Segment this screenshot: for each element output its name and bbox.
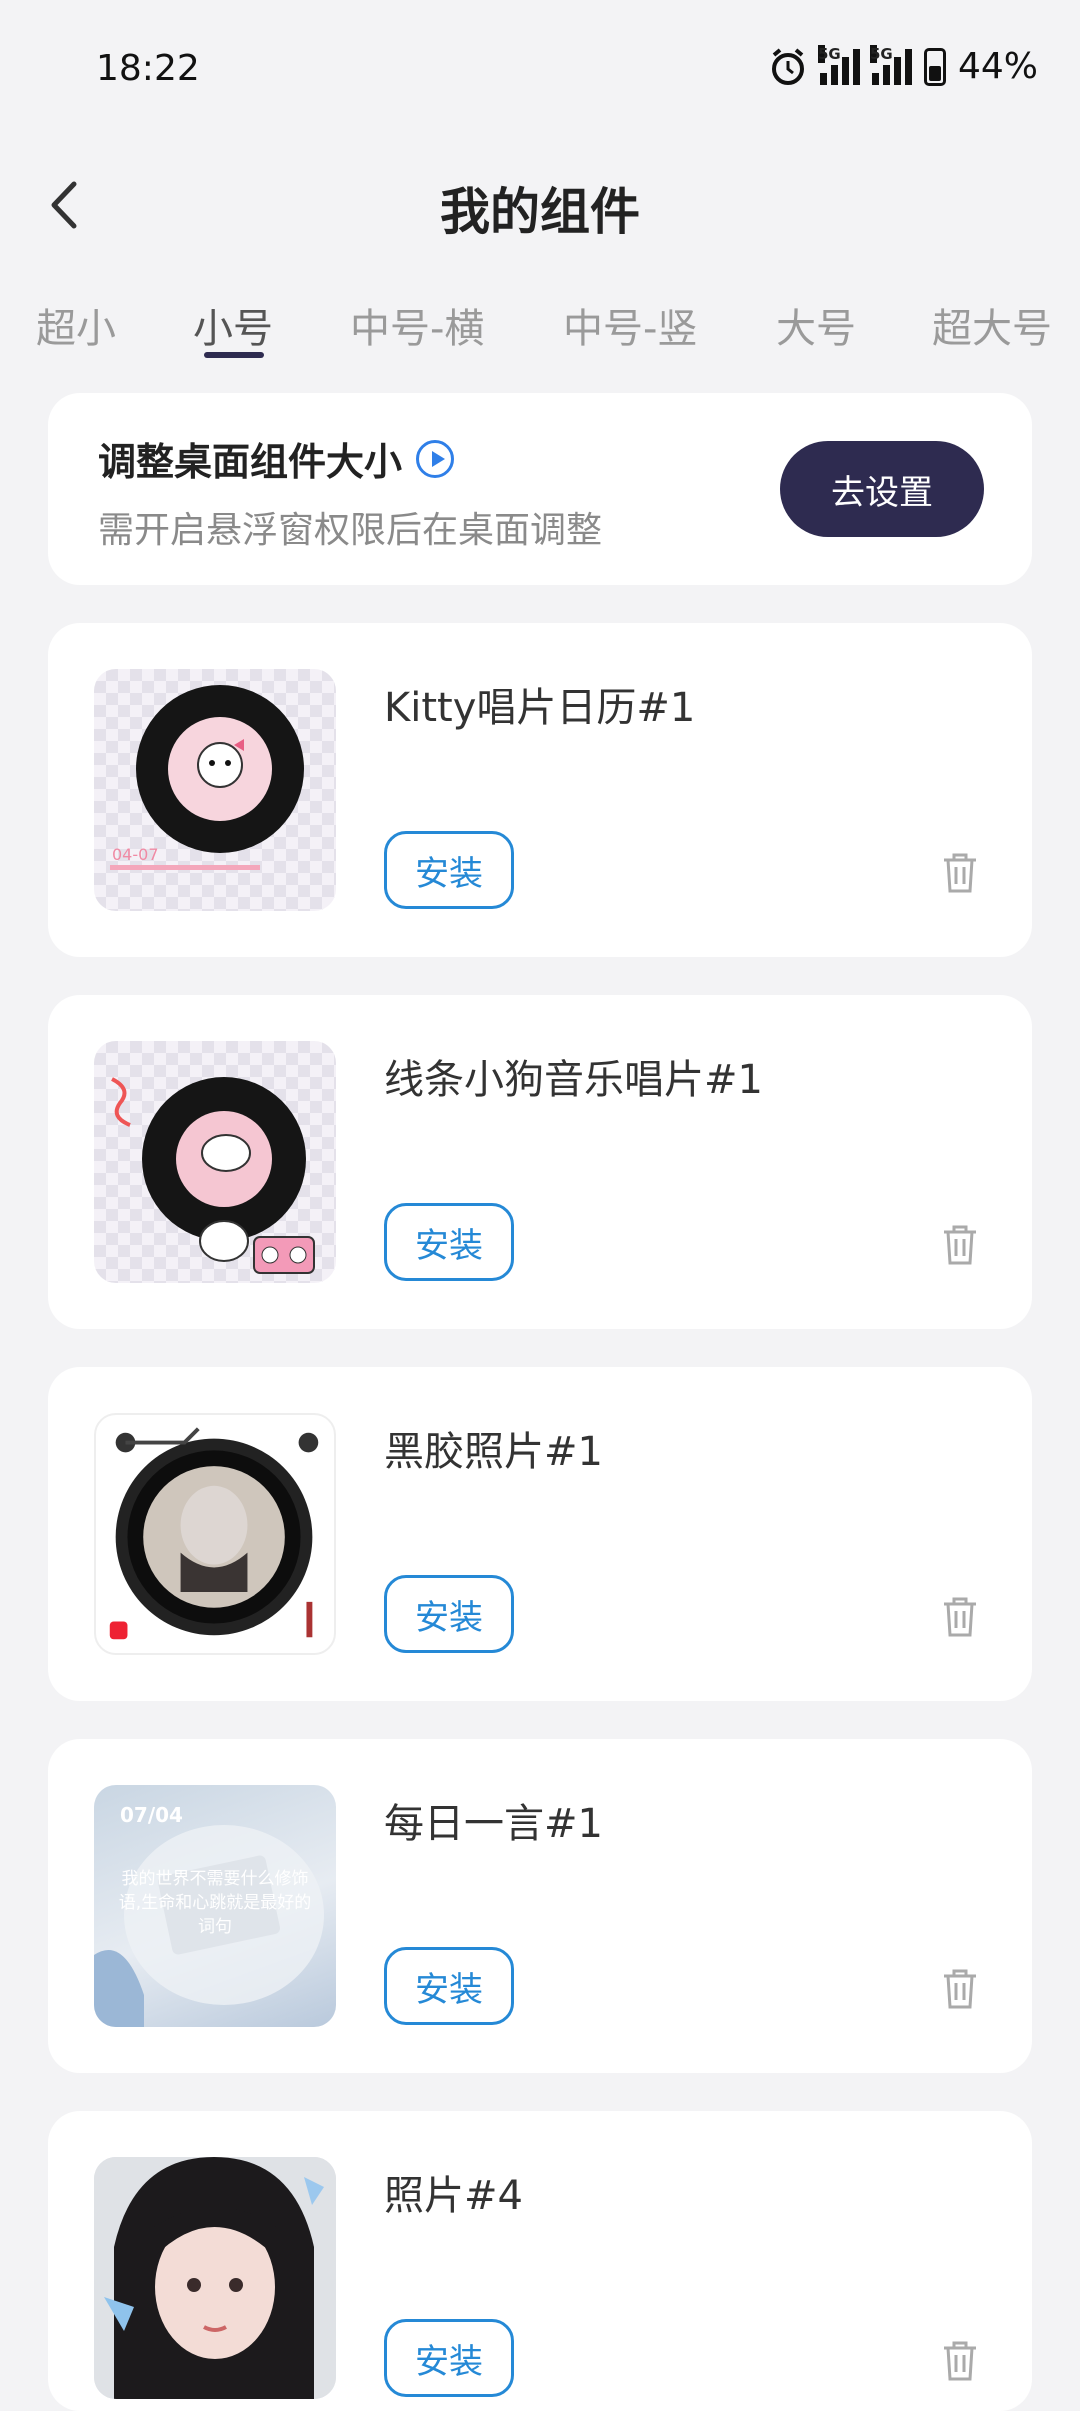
tab-small[interactable]: 小号 <box>193 296 273 354</box>
record-graphic <box>110 685 304 870</box>
active-tab-indicator <box>204 352 264 358</box>
alarm-icon <box>771 47 804 85</box>
record-graphic <box>109 1427 319 1640</box>
battery-icon <box>923 47 946 86</box>
resize-tip-card: 调整桌面组件大小 需开启悬浮窗权限后在桌面调整 去设置 <box>48 393 1032 585</box>
widget-card: 黑胶照片#1 安装 <box>48 1367 1032 1701</box>
thumb-date: 04-07 <box>112 845 159 864</box>
play-video-icon[interactable] <box>416 439 455 478</box>
install-button[interactable]: 安装 <box>384 1203 514 1281</box>
tab-large[interactable]: 大号 <box>776 296 856 354</box>
trash-icon[interactable] <box>940 1223 980 1265</box>
widget-card: 照片#4 安装 <box>48 2111 1032 2411</box>
widget-name: 每日一言#1 <box>384 1801 603 1847</box>
line-puppy-record-thumbnail <box>94 1041 336 1283</box>
install-button[interactable]: 安装 <box>384 1947 514 2025</box>
vinyl-photo-thumbnail <box>94 1413 336 1655</box>
status-bar: 18:22 5G 5G 44% <box>0 0 1080 140</box>
install-button[interactable]: 安装 <box>384 1575 514 1653</box>
photo-graphic <box>94 2157 336 2399</box>
banner-subtitle: 需开启悬浮窗权限后在桌面调整 <box>98 510 603 551</box>
tab-medium-horizontal[interactable]: 中号-横 <box>350 296 484 354</box>
page-title: 我的组件 <box>440 183 640 241</box>
signal-label: 5G <box>869 44 893 63</box>
status-icons: 5G 5G 44% <box>768 44 1038 87</box>
trash-icon[interactable] <box>940 851 980 893</box>
daily-quote-thumbnail: 07/04 我的世界不需要什么修饰语,生命和心跳就是最好的词句 <box>94 1785 336 2027</box>
widget-name: 黑胶照片#1 <box>384 1429 603 1475</box>
trash-icon[interactable] <box>940 2339 980 2381</box>
go-settings-button[interactable]: 去设置 <box>780 441 984 537</box>
signal-label: 5G <box>817 44 841 63</box>
tab-extra-large[interactable]: 超大号 <box>932 296 1052 354</box>
install-button[interactable]: 安装 <box>384 2319 514 2397</box>
status-time: 18:22 <box>96 48 200 89</box>
signal-icon: 5G <box>869 44 912 85</box>
hello-kitty-record-thumbnail: 04-07 <box>94 669 336 911</box>
tab-extra-small[interactable]: 超小 <box>36 296 116 354</box>
thumb-quote: 我的世界不需要什么修饰语,生命和心跳就是最好的词句 <box>118 1869 312 1937</box>
install-button[interactable]: 安装 <box>384 831 514 909</box>
tab-medium-vertical[interactable]: 中号-竖 <box>563 296 697 354</box>
trash-icon[interactable] <box>940 1967 980 2009</box>
widget-name: 照片#4 <box>384 2173 523 2219</box>
signal-icon: 5G <box>817 44 860 85</box>
trash-icon[interactable] <box>940 1595 980 1637</box>
widget-card: 线条小狗音乐唱片#1 安装 <box>48 995 1032 1329</box>
widget-name: Kitty唱片日历#1 <box>384 685 696 731</box>
widget-card: 04-07 Kitty唱片日历#1 安装 <box>48 623 1032 957</box>
widget-name: 线条小狗音乐唱片#1 <box>384 1057 763 1103</box>
widget-card: 07/04 我的世界不需要什么修饰语,生命和心跳就是最好的词句 每日一言#1 安… <box>48 1739 1032 2073</box>
battery-percent: 44% <box>957 46 1038 87</box>
photo-portrait-thumbnail <box>94 2157 336 2399</box>
size-tabs: 超小 小号 中号-横 中号-竖 大号 超大号 <box>0 296 1080 366</box>
banner-title: 调整桌面组件大小 <box>98 440 403 484</box>
banner-title-row: 调整桌面组件大小 <box>98 431 455 486</box>
thumb-date: 07/04 <box>120 1803 183 1827</box>
record-graphic <box>111 1077 315 1274</box>
